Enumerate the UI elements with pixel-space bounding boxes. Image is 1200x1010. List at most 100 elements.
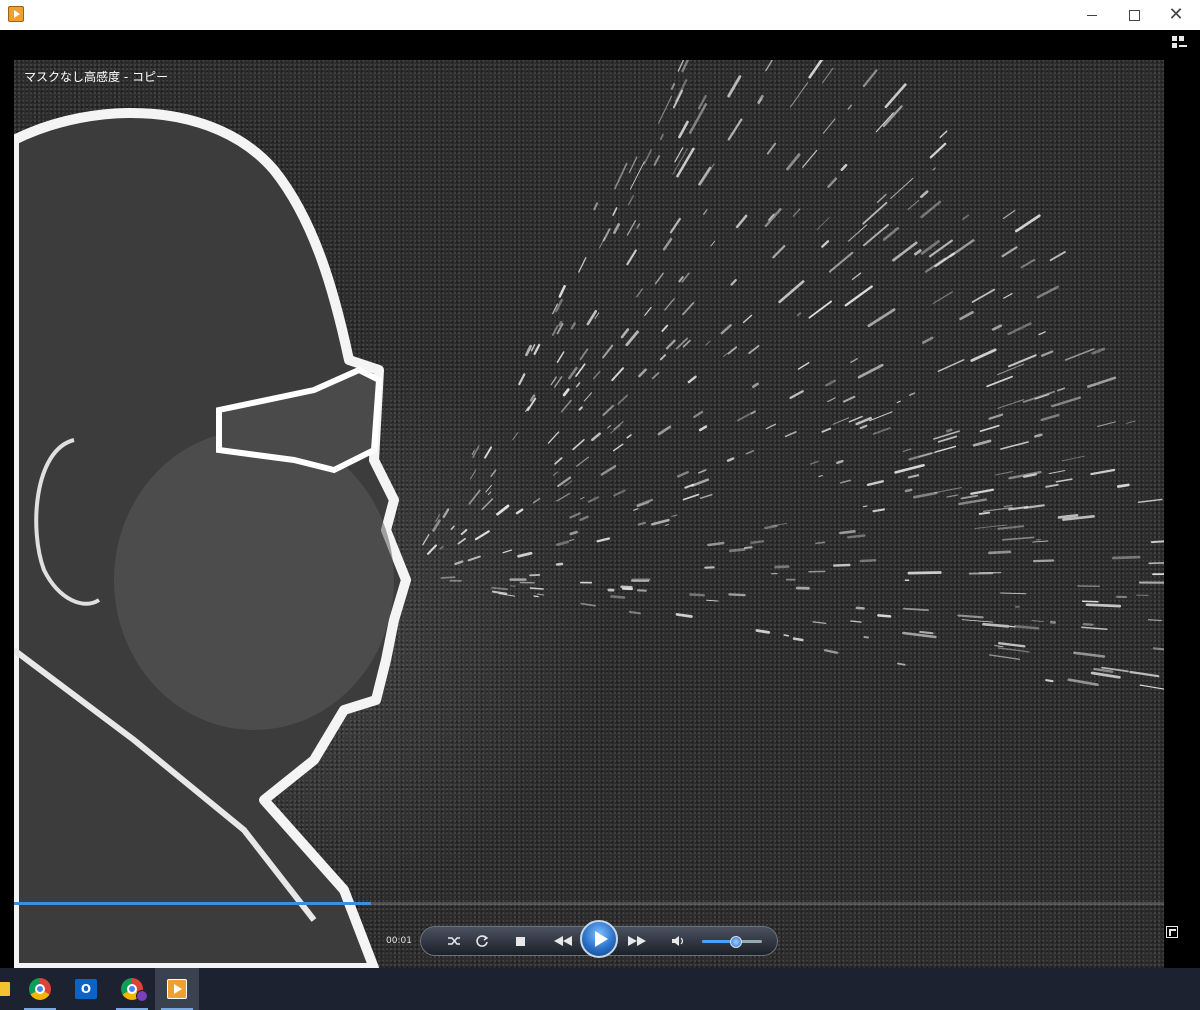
droplet <box>560 399 572 413</box>
previous-button[interactable] <box>551 927 575 955</box>
droplet <box>555 540 570 547</box>
droplet <box>982 506 1013 512</box>
droplet <box>908 452 933 461</box>
droplet <box>706 599 719 602</box>
seek-bar[interactable] <box>14 902 1164 905</box>
droplet <box>661 324 669 332</box>
droplet <box>1040 350 1054 357</box>
droplet <box>626 249 637 266</box>
maximize-icon <box>1128 9 1140 21</box>
droplet <box>821 67 834 84</box>
droplet <box>614 162 628 190</box>
droplet <box>628 610 641 615</box>
droplet <box>959 311 974 321</box>
droplet <box>474 530 490 541</box>
droplet <box>920 200 942 219</box>
droplet <box>810 460 819 465</box>
droplet <box>982 622 1010 628</box>
droplet <box>554 457 563 465</box>
stop-button[interactable] <box>511 927 529 955</box>
next-button[interactable] <box>625 927 649 955</box>
droplet <box>970 488 995 495</box>
droplet <box>593 202 599 211</box>
droplet <box>636 288 643 298</box>
droplet <box>822 118 836 134</box>
droplet <box>796 312 802 317</box>
droplet <box>730 279 737 286</box>
droplet <box>665 339 676 350</box>
droplet <box>1090 468 1116 476</box>
droplet <box>1022 390 1056 403</box>
droplet <box>653 155 661 166</box>
droplet <box>703 209 708 215</box>
droplet <box>894 463 925 474</box>
droplet <box>1000 592 1027 595</box>
droplet <box>518 373 526 386</box>
close-button[interactable]: ✕ <box>1154 0 1198 30</box>
droplet <box>693 410 704 418</box>
droplet <box>832 417 850 425</box>
taskbar-chrome-profile[interactable] <box>110 968 154 1010</box>
player-area[interactable]: マスクなし高感度 - コピー 00:01 <box>0 30 1200 968</box>
play-button[interactable] <box>580 920 618 958</box>
droplet <box>847 534 866 539</box>
droplet <box>998 642 1026 648</box>
droplet <box>921 336 934 345</box>
switch-to-library-button[interactable] <box>1172 36 1188 52</box>
droplet <box>529 587 544 590</box>
minimize-button[interactable] <box>1070 0 1114 30</box>
taskbar-chrome[interactable] <box>18 968 62 1010</box>
droplet <box>547 431 560 444</box>
droplet <box>1001 536 1035 541</box>
taskbar-outlook[interactable]: O <box>64 968 108 1010</box>
droplet <box>617 394 629 405</box>
video-frame[interactable]: マスクなし高感度 - コピー <box>14 60 1164 968</box>
droplet <box>792 637 804 642</box>
droplet <box>625 330 639 347</box>
droplet <box>1040 413 1060 422</box>
droplet <box>946 428 953 433</box>
repeat-button[interactable] <box>473 927 491 955</box>
droplet <box>1009 625 1016 628</box>
droplet <box>896 400 901 404</box>
window-titlebar: ✕ <box>0 0 1200 31</box>
droplet <box>613 421 624 430</box>
droplet <box>678 120 689 139</box>
droplet <box>904 488 913 493</box>
droplet <box>903 607 929 612</box>
droplet <box>515 508 524 515</box>
droplet <box>1091 347 1106 355</box>
volume-thumb[interactable] <box>730 936 742 948</box>
droplet <box>626 220 637 236</box>
droplet <box>1014 214 1041 233</box>
droplet <box>979 424 1000 433</box>
droplet <box>628 156 638 174</box>
droplet <box>836 460 844 464</box>
droplet <box>755 629 771 634</box>
profile-badge <box>136 990 148 1002</box>
droplet <box>997 399 1025 409</box>
shuffle-button[interactable] <box>445 927 463 955</box>
droplet <box>599 237 605 249</box>
volume-slider[interactable] <box>702 936 762 948</box>
current-time: 00:01 <box>386 936 412 946</box>
droplet <box>675 337 688 350</box>
mute-button[interactable] <box>669 927 687 955</box>
droplet <box>1152 647 1164 651</box>
droplet <box>848 415 863 423</box>
droplet <box>907 571 942 575</box>
close-icon: ✕ <box>1168 4 1184 25</box>
taskbar-media-player[interactable] <box>155 968 199 1010</box>
droplet <box>533 595 539 598</box>
droplet <box>949 239 975 258</box>
droplet <box>862 223 889 247</box>
droplet <box>978 511 991 515</box>
fullscreen-button[interactable] <box>1166 926 1178 938</box>
maximize-button[interactable] <box>1112 0 1156 30</box>
droplet <box>933 430 960 440</box>
droplet <box>727 75 742 98</box>
droplet <box>710 240 715 247</box>
droplet <box>633 508 639 511</box>
minimize-icon <box>1087 14 1097 16</box>
droplet <box>808 300 832 319</box>
